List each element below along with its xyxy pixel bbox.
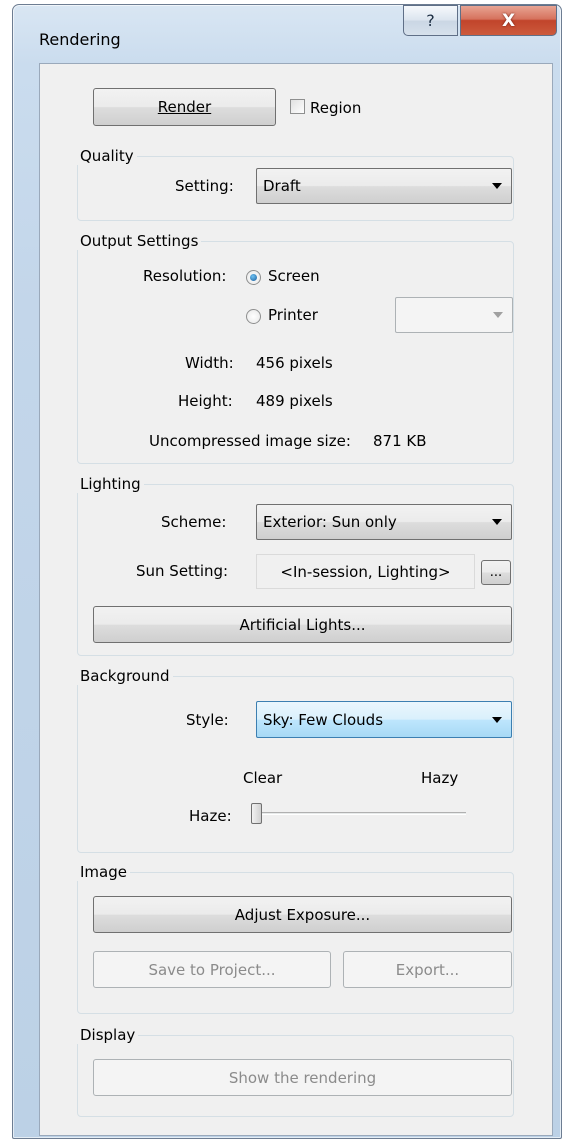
sun-setting-value: <In-session, Lighting> <box>280 562 451 581</box>
resolution-label: Resolution: <box>143 267 227 285</box>
quality-group-title: Quality <box>77 147 137 165</box>
printer-radio-label[interactable]: Printer <box>268 306 318 324</box>
help-icon: ? <box>426 11 435 30</box>
radio-selected-dot <box>250 274 257 281</box>
adjust-exposure-button[interactable]: Adjust Exposure... <box>93 896 512 933</box>
quality-setting-label: Setting: <box>175 177 234 195</box>
quality-setting-value: Draft <box>263 177 301 195</box>
haze-slider-track[interactable] <box>251 812 466 815</box>
render-button[interactable]: Render <box>93 88 276 126</box>
lighting-scheme-dropdown[interactable]: Exterior: Sun only <box>256 504 512 540</box>
chevron-down-icon <box>492 519 502 525</box>
background-style-label: Style: <box>186 711 229 729</box>
rendering-dialog: Rendering ? X Render Region Quality Sett… <box>12 4 562 1139</box>
help-button[interactable]: ? <box>403 5 458 36</box>
lighting-scheme-value: Exterior: Sun only <box>263 513 397 531</box>
printer-resolution-dropdown[interactable] <box>395 297 513 333</box>
save-to-project-label: Save to Project... <box>148 960 276 979</box>
display-group-title: Display <box>77 1026 139 1044</box>
scheme-label: Scheme: <box>161 513 227 531</box>
background-group-title: Background <box>77 667 173 685</box>
export-button[interactable]: Export... <box>343 951 512 988</box>
image-size-label: Uncompressed image size: <box>149 432 351 450</box>
show-rendering-label: Show the rendering <box>228 1068 377 1087</box>
region-checkbox[interactable] <box>290 99 305 114</box>
close-button[interactable]: X <box>460 5 557 36</box>
image-group-title: Image <box>77 863 130 881</box>
chevron-down-icon <box>493 312 503 318</box>
haze-hazy-label: Hazy <box>421 769 459 787</box>
sun-setting-browse-button[interactable]: ... <box>481 560 511 585</box>
background-style-dropdown[interactable]: Sky: Few Clouds <box>256 701 512 738</box>
haze-slider-thumb[interactable] <box>251 803 262 824</box>
artificial-lights-button[interactable]: Artificial Lights... <box>93 606 512 643</box>
export-label: Export... <box>395 960 460 979</box>
chevron-down-icon <box>492 716 502 723</box>
background-style-value: Sky: Few Clouds <box>263 710 384 729</box>
width-value: 456 pixels <box>256 354 333 372</box>
adjust-exposure-label: Adjust Exposure... <box>234 905 371 924</box>
height-value: 489 pixels <box>256 392 333 410</box>
output-settings-group-title: Output Settings <box>77 232 202 250</box>
screen-radio[interactable] <box>246 270 261 285</box>
width-label: Width: <box>185 354 234 372</box>
image-size-value: 871 KB <box>373 432 427 450</box>
chevron-down-icon <box>492 183 502 189</box>
lighting-group-title: Lighting <box>77 475 144 493</box>
window-title: Rendering <box>39 30 121 49</box>
sun-setting-value-box: <In-session, Lighting> <box>256 554 475 589</box>
quality-setting-dropdown[interactable]: Draft <box>256 168 512 204</box>
artificial-lights-label: Artificial Lights... <box>239 615 366 634</box>
printer-radio[interactable] <box>246 309 261 324</box>
sun-setting-label: Sun Setting: <box>136 562 229 580</box>
close-icon: X <box>501 10 516 31</box>
haze-label: Haze: <box>189 807 232 825</box>
height-label: Height: <box>178 392 233 410</box>
region-label[interactable]: Region <box>310 99 361 117</box>
image-group <box>77 872 514 1014</box>
save-to-project-button[interactable]: Save to Project... <box>93 951 331 988</box>
haze-clear-label: Clear <box>243 769 283 787</box>
render-button-label: Render <box>157 98 212 116</box>
show-rendering-button[interactable]: Show the rendering <box>93 1059 512 1096</box>
screen-radio-label[interactable]: Screen <box>268 267 320 285</box>
ellipsis-icon: ... <box>489 565 503 580</box>
dialog-client-area: Render Region Quality Setting: Draft Out… <box>39 63 553 1136</box>
